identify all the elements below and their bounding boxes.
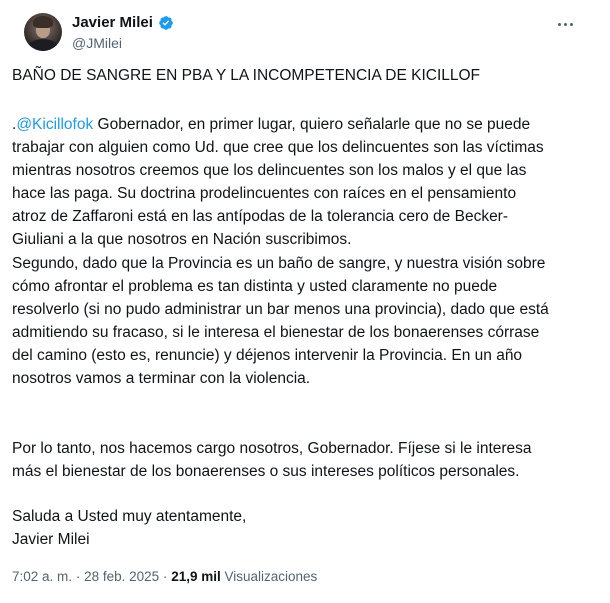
tweet-paragraph-1: .@Kicillofok Gobernador, en primer lugar…	[12, 113, 596, 251]
text-line: .@Kicillofok Gobernador, en primer lugar…	[12, 113, 596, 136]
tweet-paragraph-3: Por lo tanto, nos hacemos cargo nosotros…	[12, 437, 596, 483]
text-line: Por lo tanto, nos hacemos cargo nosotros…	[12, 440, 532, 457]
meta-separator: ·	[162, 569, 168, 584]
author-handle[interactable]: @JMilei	[72, 34, 174, 52]
views-label: Visualizaciones	[224, 569, 318, 584]
text-line: atroz de Zaffaroni está en las antípodas…	[12, 208, 509, 225]
text-line: Javier Milei	[12, 531, 90, 548]
tweet-time[interactable]: 7:02 a. m.	[12, 569, 72, 584]
text-line: Segundo, dado que la Provincia es un bañ…	[12, 255, 546, 272]
more-horizontal-icon[interactable]	[554, 14, 576, 34]
text-line: resolverlo (si no pudo administrar un ba…	[12, 301, 549, 318]
meta-separator: ·	[75, 569, 81, 584]
text-line: más el bienestar de los bonaerenses o su…	[12, 463, 520, 480]
more-dot	[557, 22, 561, 26]
text-line: cómo afrontar el problema es tan distint…	[12, 278, 498, 295]
tweet-signature: Saluda a Usted muy atentamente, Javier M…	[12, 505, 596, 551]
tweet-card: Javier Milei @JMilei BAÑO DE SANGRE EN P…	[0, 0, 610, 603]
author-display-name[interactable]: Javier Milei	[72, 14, 153, 32]
tweet-paragraph-2: Segundo, dado que la Provincia es un bañ…	[12, 252, 596, 390]
more-dot	[563, 22, 567, 26]
tweet-body: BAÑO DE SANGRE EN PBA Y LA INCOMPETENCIA…	[12, 64, 596, 548]
text-line: mientras nosotros creemos que los delinc…	[12, 162, 527, 179]
mention-link[interactable]: @Kicillofok	[16, 116, 93, 133]
text-line: trabajar con alguien como Ud. que cree q…	[12, 139, 544, 156]
tweet-meta: 7:02 a. m. · 28 feb. 2025 · 21,9 mil Vis…	[12, 568, 317, 586]
tweet-headline: BAÑO DE SANGRE EN PBA Y LA INCOMPETENCIA…	[12, 67, 481, 84]
avatar-shoulders	[27, 39, 59, 51]
text-line: hace las paga. Su doctrina prodelincuent…	[12, 185, 517, 202]
views-count: 21,9 mil	[171, 569, 221, 584]
avatar-hair	[33, 16, 53, 28]
more-dot	[569, 22, 573, 26]
text-line: del camino (esto es, renuncie) y déjenos…	[12, 347, 523, 364]
verified-badge-icon	[159, 16, 173, 30]
text-line-content: Gobernador, en primer lugar, quiero seña…	[93, 116, 531, 133]
avatar[interactable]	[24, 13, 62, 51]
author-names: Javier Milei @JMilei	[72, 14, 174, 52]
text-line: Giuliani a la que nosotros en Nación sus…	[12, 231, 352, 248]
text-line: admitiendo su fracaso, si le interesa el…	[12, 324, 540, 341]
text-line: nosotros vamos a terminar con la violenc…	[12, 370, 311, 387]
text-line: Saluda a Usted muy atentamente,	[12, 508, 247, 525]
tweet-header: Javier Milei @JMilei	[12, 0, 598, 62]
author-name-row: Javier Milei	[72, 14, 174, 32]
tweet-date[interactable]: 28 feb. 2025	[84, 569, 159, 584]
